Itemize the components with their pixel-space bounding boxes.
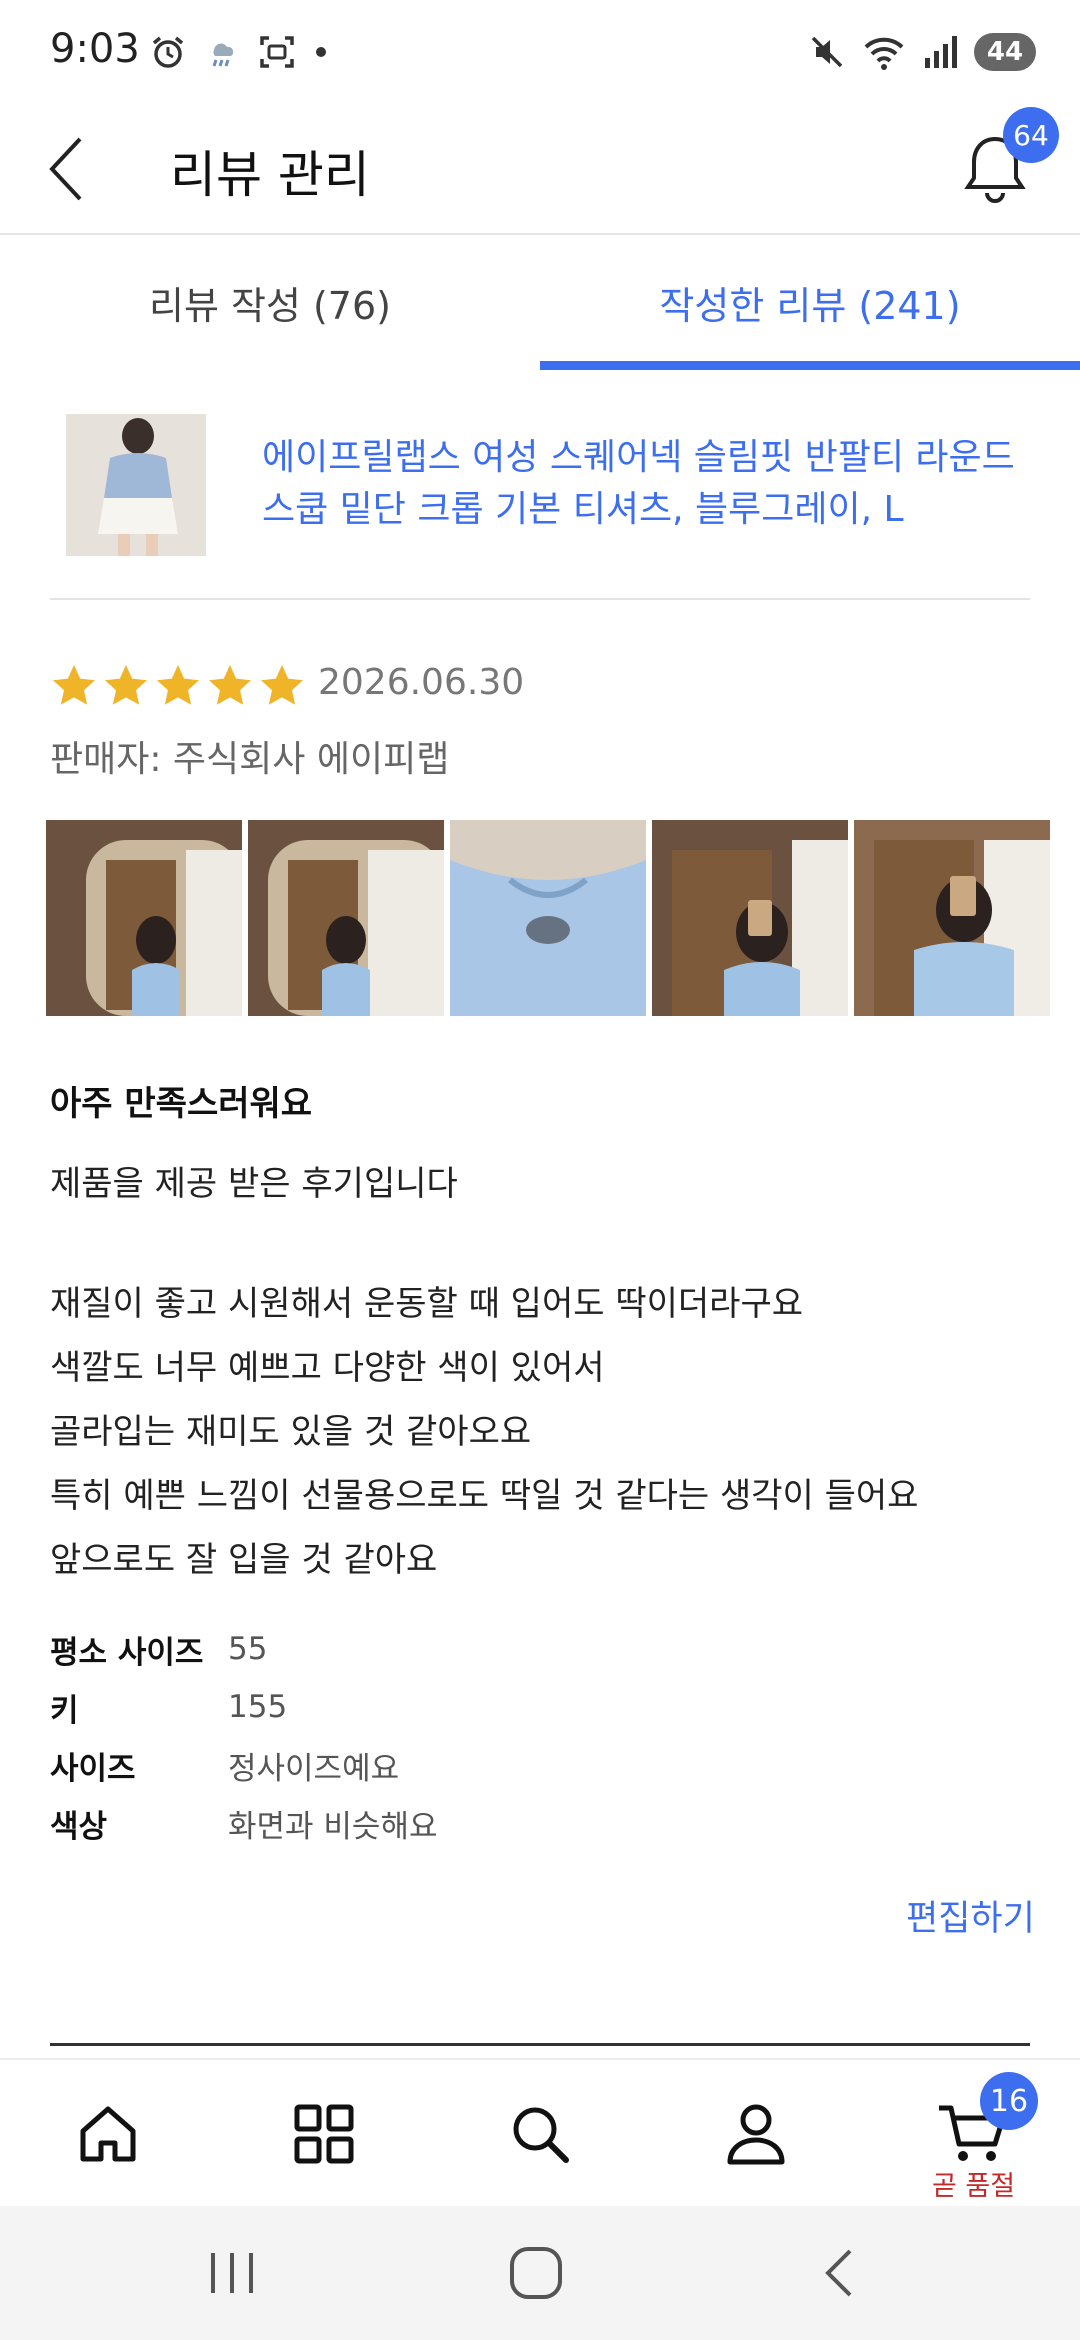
product-title-line2: 스쿱 밑단 크롭 기본 티셔츠, 블루그레이, L	[262, 489, 904, 530]
weather-icon	[212, 43, 234, 67]
tab-write-review[interactable]: 리뷰 작성 (76)	[0, 235, 540, 370]
notification-count-badge: 64	[1003, 107, 1059, 163]
photo-image	[652, 820, 848, 1016]
recents-button[interactable]	[205, 2243, 259, 2307]
tab-bar: 리뷰 작성 (76) 작성한 리뷰 (241)	[0, 235, 1080, 370]
attr-label: 평소 사이즈	[50, 1634, 204, 1671]
attr-value: 화면과 비슷해요	[228, 1808, 438, 1845]
page-title: 리뷰 관리	[170, 146, 370, 204]
battery-indicator: 44	[974, 33, 1036, 71]
review-blank-line	[50, 1216, 1030, 1272]
back-arrow-icon	[49, 137, 82, 201]
attr-label: 색상	[50, 1808, 108, 1845]
mute-icon	[811, 36, 843, 68]
cart-soldout-caption: 곧 품절	[932, 2171, 1016, 2202]
review-photo-4[interactable]	[652, 820, 848, 1016]
product-title-link[interactable]: 에이프릴랩스 여성 스퀘어넥 슬림핏 반팔티 라운드 스쿱 밑단 크롭 기본 티…	[262, 432, 1042, 536]
attr-usual-size: 평소 사이즈 55	[50, 1620, 650, 1678]
review-photo-5[interactable]	[854, 820, 1050, 1016]
cart-count-badge: 16	[980, 2072, 1038, 2130]
attr-value: 정사이즈예요	[228, 1750, 400, 1787]
categories-icon	[294, 2104, 354, 2164]
screenshot-icon	[260, 36, 294, 68]
wifi-icon	[864, 37, 904, 70]
app-bar: 리뷰 관리	[0, 105, 1080, 235]
nav-home[interactable]	[0, 2060, 216, 2208]
review-photo-2[interactable]	[248, 820, 444, 1016]
nav-profile[interactable]	[648, 2060, 864, 2208]
star-icon	[209, 665, 251, 705]
dot-icon	[316, 47, 326, 57]
rating-stars	[50, 662, 306, 710]
system-navigation-bar	[0, 2206, 1080, 2340]
attr-label: 사이즈	[50, 1750, 136, 1787]
review-attributes: 평소 사이즈 55 키 155 사이즈 정사이즈예요 색상 화면과 비슷해요	[50, 1620, 650, 1852]
search-icon	[513, 2107, 569, 2163]
attr-label: 키	[50, 1692, 79, 1729]
home-button[interactable]	[506, 2243, 566, 2307]
review-photo-1[interactable]	[46, 820, 242, 1016]
review-line: 제품을 제공 받은 후기입니다	[50, 1164, 458, 1204]
system-back-icon	[825, 2249, 852, 2297]
star-icon	[157, 665, 199, 705]
attr-size-fit: 사이즈 정사이즈예요	[50, 1736, 650, 1794]
photo-image	[854, 820, 1050, 1016]
bottom-navigation	[0, 2058, 1080, 2208]
review-photos	[46, 820, 1050, 1016]
back-button[interactable]	[40, 129, 100, 209]
divider	[50, 598, 1030, 600]
recents-icon	[211, 2253, 253, 2293]
review-line: 골라입는 재미도 있을 것 같아오요	[50, 1412, 532, 1452]
review-body: 제품을 제공 받은 후기입니다 재질이 좋고 시원해서 운동할 때 입어도 딱이…	[50, 1152, 1030, 1592]
review-photo-3[interactable]	[450, 820, 646, 1016]
profile-icon	[727, 2104, 785, 2165]
nav-search[interactable]	[432, 2060, 648, 2208]
seller-name: 판매자: 주식회사 에이피랩	[50, 739, 450, 780]
status-time: 9:03	[50, 26, 140, 72]
status-bar: 9:03 44	[0, 0, 1080, 105]
home-icon	[80, 2106, 136, 2162]
attr-value: 155	[228, 1689, 288, 1725]
review-line: 재질이 좋고 시원해서 운동할 때 입어도 딱이더라구요	[50, 1284, 804, 1324]
photo-image	[248, 820, 444, 1016]
review-title: 아주 만족스러워요	[50, 1084, 313, 1124]
star-icon	[105, 665, 147, 705]
review-date: 2026.06.30	[318, 662, 525, 703]
status-icons-right: 44	[808, 30, 1036, 74]
alarm-icon	[152, 36, 184, 68]
review-line: 색깔도 너무 예쁘고 다양한 색이 있어서	[50, 1348, 605, 1388]
edit-review-button[interactable]: 편집하기	[906, 1890, 1035, 1941]
attr-color: 색상 화면과 비슷해요	[50, 1794, 650, 1852]
star-icon	[53, 665, 95, 705]
product-image	[66, 414, 206, 556]
active-tab-indicator	[540, 361, 1080, 370]
product-title-line1: 에이프릴랩스 여성 스퀘어넥 슬림핏 반팔티 라운드	[262, 437, 1015, 478]
nav-categories[interactable]	[216, 2060, 432, 2208]
tab-written-reviews[interactable]: 작성한 리뷰 (241)	[540, 235, 1080, 370]
attr-height: 키 155	[50, 1678, 650, 1736]
review-line: 특히 예쁜 느낌이 선물용으로도 딱일 것 같다는 생각이 들어요	[50, 1476, 919, 1516]
signal-icon	[925, 36, 957, 68]
home-circle-icon	[510, 2247, 562, 2299]
status-icons-left	[150, 30, 328, 74]
system-back-button[interactable]	[816, 2243, 866, 2307]
review-line: 앞으로도 잘 입을 것 같아요	[50, 1540, 438, 1580]
divider	[50, 2043, 1030, 2046]
attr-value: 55	[228, 1631, 268, 1667]
star-icon	[261, 665, 303, 705]
photo-image	[46, 820, 242, 1016]
photo-image	[450, 820, 646, 1016]
product-thumbnail[interactable]	[66, 414, 206, 556]
